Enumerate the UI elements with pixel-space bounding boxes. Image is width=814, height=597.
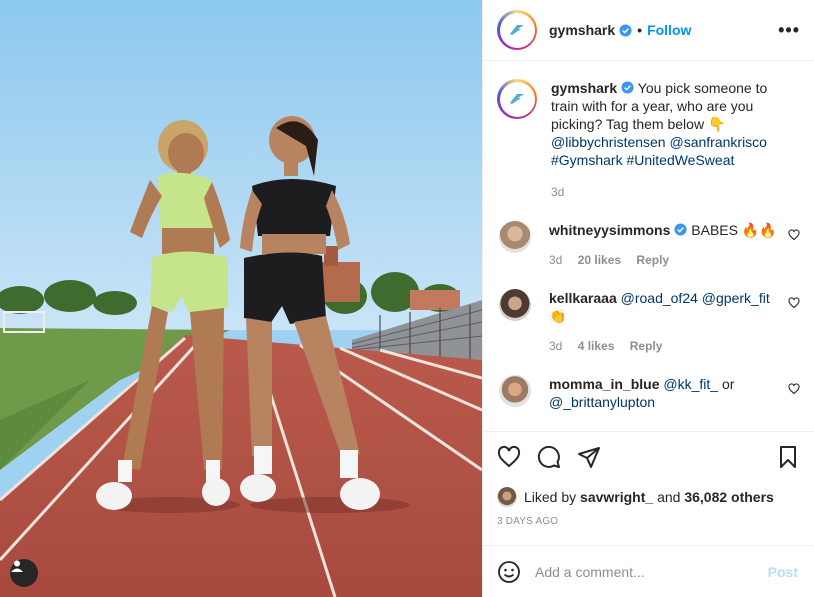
comment-username[interactable]: kellkaraaa [549,290,617,306]
gymshark-logo-icon [502,84,532,114]
post-date[interactable]: 3 DAYS AGO [497,516,800,527]
caption-username[interactable]: gymshark [551,80,617,96]
heart-icon[interactable] [788,297,800,309]
comment-time[interactable]: 3d [549,253,562,267]
comment-username[interactable]: whitneyysimmons [549,222,670,238]
caption: gymshark You pick someone to train with … [497,79,800,199]
more-options-icon[interactable]: ••• [778,20,800,41]
mention-link[interactable]: @kk_fit_ [663,376,718,392]
likes-summary: Liked by savwright_ and 36,082 others [497,487,800,507]
comment-time[interactable]: 3d [549,339,562,353]
heart-icon[interactable] [788,229,800,241]
likes-prefix: Liked by [524,489,577,505]
avatar[interactable] [497,79,537,119]
caption-time[interactable]: 3d [551,185,564,199]
comment-likes[interactable]: 4 likes [578,339,615,353]
avatar[interactable] [499,289,531,321]
verified-badge-icon [674,223,687,236]
comment-icon[interactable] [537,445,561,469]
comments-list[interactable]: gymshark You pick someone to train with … [483,61,814,431]
verified-badge-icon [621,81,634,94]
follow-button[interactable]: Follow [647,22,691,38]
reply-button[interactable]: Reply [630,339,663,353]
comment-item: kellkaraaa @road_of24 @gperk_fit 👏 3d 4 … [497,289,800,355]
bookmark-icon[interactable] [776,445,800,469]
avatar[interactable] [499,221,531,253]
instagram-post: gymshark • Follow ••• gymshark You pick … [0,0,814,597]
gymshark-logo-icon [502,15,532,45]
comment-username[interactable]: momma_in_blue [549,376,659,392]
header-separator: • [637,22,643,38]
emoji-icon[interactable] [497,560,521,584]
photo-track-scene [0,0,482,597]
comment-text: 👏 [549,308,567,324]
mention-link[interactable]: @road_of24 [621,290,698,306]
comment-item: momma_in_blue @kk_fit_ or @_brittanylupt… [497,375,800,411]
post-button[interactable]: Post [768,564,798,580]
comment-text: BABES 🔥🔥 [691,222,777,238]
mention-link[interactable]: @_brittanylupton [549,394,655,410]
comment-conjunction: or [721,376,735,392]
header-username[interactable]: gymshark [549,22,615,38]
reply-button[interactable]: Reply [636,253,669,267]
heart-icon[interactable] [497,445,521,469]
mention-link[interactable]: @sanfrankrisco [670,134,767,150]
liked-by-user[interactable]: savwright_ [580,489,653,505]
hashtag-link[interactable]: #UnitedWeSweat [626,152,734,168]
user-tag-icon[interactable] [10,559,38,587]
avatar[interactable] [497,10,537,50]
comment-item: whitneyysimmons BABES 🔥🔥 3d 20 likes Rep… [497,221,800,269]
mention-link[interactable]: @gperk_fit [702,290,770,306]
verified-badge-icon [619,23,632,37]
hashtag-link[interactable]: #Gymshark [551,152,623,168]
share-icon[interactable] [577,445,601,469]
heart-icon[interactable] [788,383,800,395]
comment-input[interactable] [535,563,768,580]
post-header: gymshark • Follow ••• [483,0,814,61]
post-photo[interactable] [0,0,482,597]
likes-conjunction: and [657,489,681,505]
comment-composer: Post [483,545,814,597]
comment-likes[interactable]: 20 likes [578,253,621,267]
mention-link[interactable]: @libbychristensen [551,134,666,150]
avatar[interactable] [497,487,517,507]
avatar[interactable] [499,375,531,407]
post-side-panel: gymshark • Follow ••• gymshark You pick … [482,0,814,597]
likes-count[interactable]: 36,082 others [684,489,774,505]
